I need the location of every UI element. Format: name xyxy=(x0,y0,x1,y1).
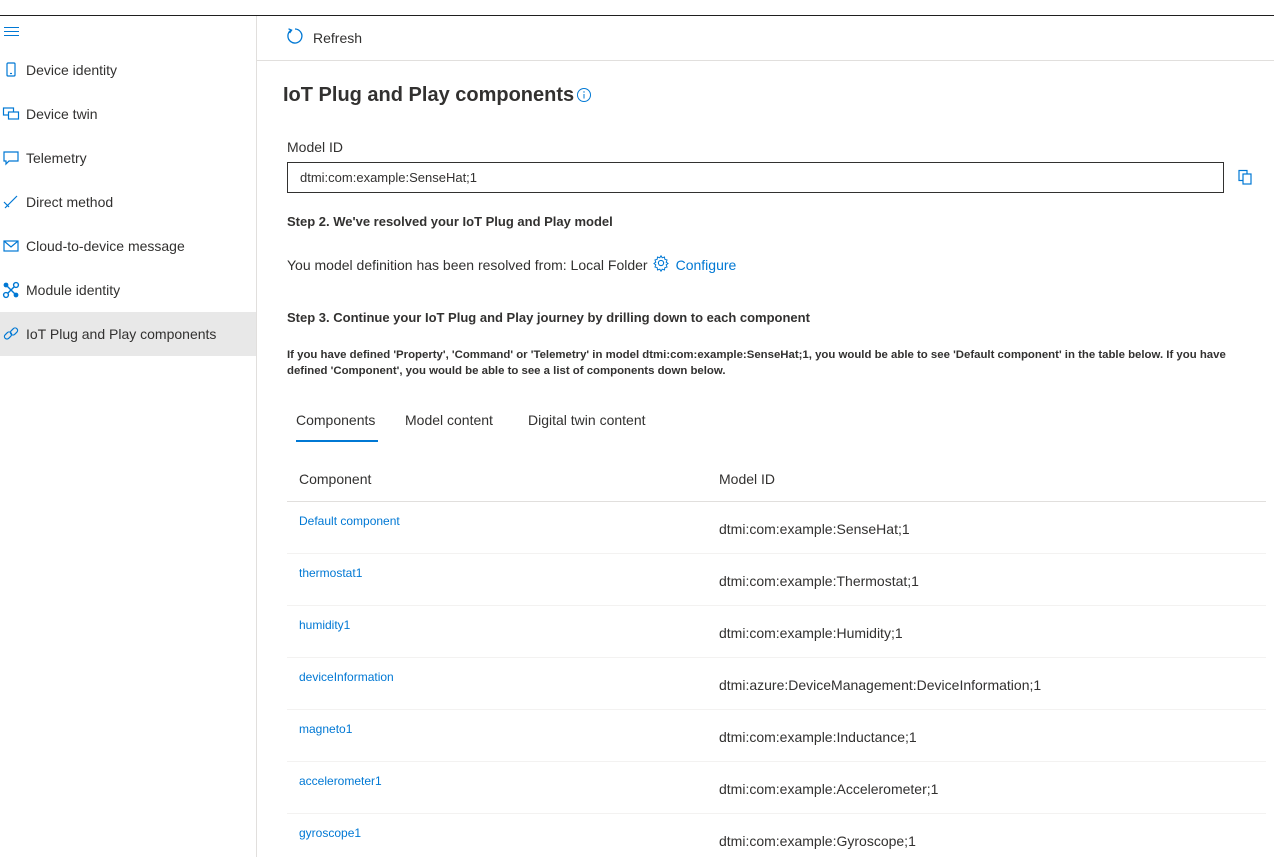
component-link[interactable]: deviceInformation xyxy=(299,670,394,684)
table-row: Default component dtmi:com:example:Sense… xyxy=(287,502,1266,554)
hamburger-menu-icon[interactable] xyxy=(4,26,20,38)
sidebar-item-module-identity[interactable]: Module identity xyxy=(0,268,256,312)
model-id-cell: dtmi:azure:DeviceManagement:DeviceInform… xyxy=(719,677,1042,693)
command-bar: Refresh xyxy=(257,16,1274,61)
sidebar-item-label: Module identity xyxy=(26,282,121,298)
component-link[interactable]: humidity1 xyxy=(299,618,350,632)
table-row: deviceInformation dtmi:azure:DeviceManag… xyxy=(287,658,1266,710)
table-row: magneto1 dtmi:com:example:Inductance;1 xyxy=(287,710,1266,762)
selected-tab-indicator xyxy=(296,440,378,442)
components-table: Component Model ID Default component dtm… xyxy=(287,460,1266,857)
mail-icon xyxy=(2,237,20,255)
configure-button[interactable]: Configure xyxy=(652,254,737,277)
sidebar-item-device-identity[interactable]: Device identity xyxy=(0,48,256,92)
table-row: thermostat1 dtmi:com:example:Thermostat;… xyxy=(287,554,1266,606)
step3-heading: Step 3. Continue your IoT Plug and Play … xyxy=(287,310,810,325)
model-id-label: Model ID xyxy=(287,139,344,155)
link-icon xyxy=(2,325,20,343)
component-link[interactable]: gyroscope1 xyxy=(299,826,361,840)
sidebar-item-label: IoT Plug and Play components xyxy=(26,326,217,342)
tab-components[interactable]: Components xyxy=(296,406,375,442)
refresh-button[interactable]: Refresh xyxy=(285,27,362,49)
model-id-cell: dtmi:com:example:Gyroscope;1 xyxy=(719,833,916,849)
gear-icon xyxy=(652,254,670,277)
method-icon xyxy=(2,193,20,211)
model-id-cell: dtmi:com:example:SenseHat;1 xyxy=(719,521,910,537)
model-id-cell: dtmi:com:example:Accelerometer;1 xyxy=(719,781,939,797)
sidebar-item-iot-pnp-components[interactable]: IoT Plug and Play components xyxy=(0,312,256,356)
model-id-cell: dtmi:com:example:Humidity;1 xyxy=(719,625,903,641)
module-icon xyxy=(2,281,20,299)
twin-icon xyxy=(2,105,20,123)
tab-model-content[interactable]: Model content xyxy=(405,406,493,442)
configure-label: Configure xyxy=(675,257,737,273)
sidebar-item-label: Direct method xyxy=(26,194,114,210)
refresh-icon xyxy=(285,26,305,51)
sidebar: Device identity Device twin Telemetry Di… xyxy=(0,16,257,857)
model-id-field[interactable] xyxy=(287,162,1224,193)
table-row: humidity1 dtmi:com:example:Humidity;1 xyxy=(287,606,1266,658)
model-id-cell: dtmi:com:example:Thermostat;1 xyxy=(719,573,919,589)
component-link[interactable]: magneto1 xyxy=(299,722,352,736)
device-icon xyxy=(2,61,20,79)
table-row: accelerometer1 dtmi:com:example:Accelero… xyxy=(287,762,1266,814)
step2-heading: Step 2. We've resolved your IoT Plug and… xyxy=(287,214,613,229)
refresh-label: Refresh xyxy=(313,30,363,46)
tab-digital-twin-content[interactable]: Digital twin content xyxy=(528,406,646,442)
chat-icon xyxy=(2,149,20,167)
sidebar-item-label: Device identity xyxy=(26,62,118,78)
info-icon[interactable] xyxy=(576,87,592,103)
component-link[interactable]: accelerometer1 xyxy=(299,774,382,788)
table-header: Component Model ID xyxy=(287,460,1266,502)
sidebar-item-telemetry[interactable]: Telemetry xyxy=(0,136,256,180)
table-row: gyroscope1 dtmi:com:example:Gyroscope;1 xyxy=(287,814,1266,857)
sidebar-item-label: Cloud-to-device message xyxy=(26,238,185,254)
model-id-cell: dtmi:com:example:Inductance;1 xyxy=(719,729,917,745)
resolved-text: You model definition has been resolved f… xyxy=(287,257,648,273)
sidebar-item-direct-method[interactable]: Direct method xyxy=(0,180,256,224)
page-title: IoT Plug and Play components xyxy=(283,84,575,106)
resolved-row: You model definition has been resolved f… xyxy=(287,254,737,277)
component-link[interactable]: Default component xyxy=(299,514,400,528)
copy-icon[interactable] xyxy=(1236,168,1254,186)
sidebar-item-device-twin[interactable]: Device twin xyxy=(0,92,256,136)
sidebar-item-cloud-to-device[interactable]: Cloud-to-device message xyxy=(0,224,256,268)
sidebar-item-label: Device twin xyxy=(26,106,98,122)
sidebar-item-label: Telemetry xyxy=(26,150,87,166)
component-link[interactable]: thermostat1 xyxy=(299,566,362,580)
column-header-model-id[interactable]: Model ID xyxy=(719,471,775,487)
column-header-component[interactable]: Component xyxy=(299,471,371,487)
description-text: If you have defined 'Property', 'Command… xyxy=(287,349,1226,377)
